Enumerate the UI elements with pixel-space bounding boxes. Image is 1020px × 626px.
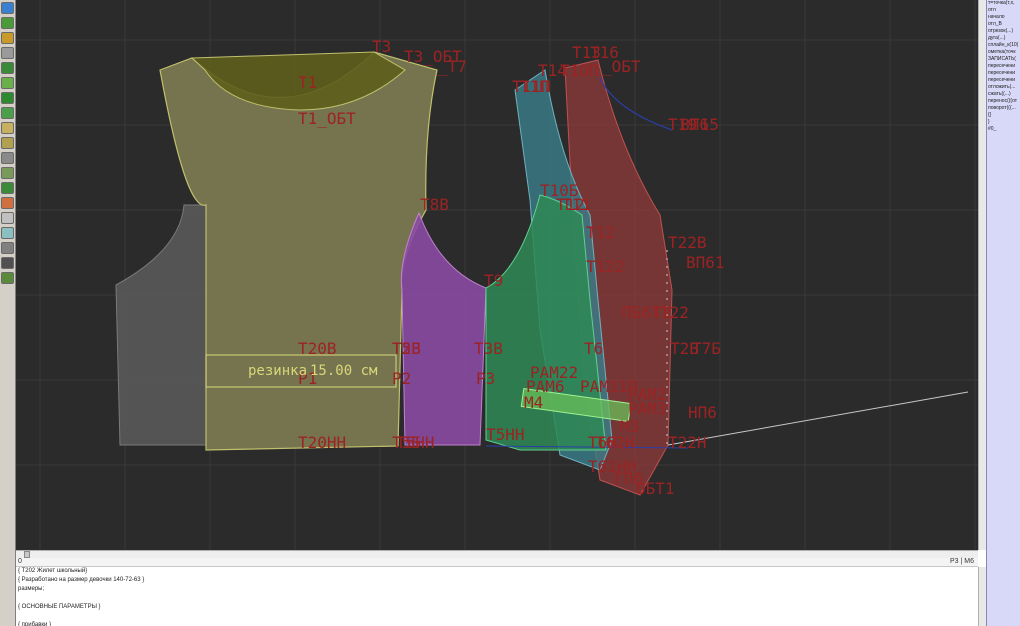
command-item[interactable]: отрезок(...)	[987, 28, 1020, 35]
point-label: ОБТ1	[636, 479, 675, 498]
point-label: T22	[660, 303, 689, 322]
pencil-icon[interactable]	[1, 77, 14, 89]
pattern-icon[interactable]	[1, 32, 14, 44]
point-label: T7Б	[692, 339, 721, 358]
scroll-thumb[interactable]	[24, 551, 30, 558]
person-icon[interactable]	[1, 197, 14, 209]
point-label: T3	[372, 37, 391, 56]
tag-icon[interactable]	[1, 272, 14, 284]
point-label: T2B	[392, 339, 421, 358]
point-label: T3B	[474, 339, 503, 358]
scissors-icon[interactable]	[1, 167, 14, 179]
code-line[interactable]	[16, 594, 978, 603]
canvas-vertical-scrollbar[interactable]	[978, 0, 986, 550]
tag-icon[interactable]	[1, 257, 14, 269]
point-label: T62Н	[596, 433, 635, 452]
point-label: T1_ОБТ	[298, 109, 356, 128]
point-label: М4	[524, 393, 543, 412]
canvas-horizontal-scrollbar[interactable]	[16, 550, 978, 558]
tool-palette	[0, 0, 16, 626]
point-label: T1ОП	[560, 61, 599, 80]
command-item[interactable]: отл_В	[987, 21, 1020, 28]
status-bar: 0 P3 | М6	[16, 558, 978, 567]
flag-icon[interactable]	[1, 182, 14, 194]
script-editor[interactable]: { T202 Жилет школьный}{ Разработано на р…	[16, 567, 978, 626]
shirt-icon[interactable]	[1, 122, 14, 134]
status-left: 0	[18, 558, 22, 565]
globe-icon[interactable]	[1, 2, 14, 14]
ruler-icon[interactable]	[1, 212, 14, 224]
leaf-icon[interactable]	[1, 92, 14, 104]
point-label: T122	[586, 257, 625, 276]
command-item[interactable]: {}	[987, 112, 1020, 119]
point-label: T22B	[668, 233, 707, 252]
command-item[interactable]: пересечени	[987, 70, 1020, 77]
command-item[interactable]: сплайн_к(10)	[987, 42, 1020, 49]
command-item[interactable]: сжать((...)	[987, 91, 1020, 98]
code-line[interactable]	[16, 612, 978, 621]
command-item[interactable]: #0_	[987, 126, 1020, 133]
point-label: T6	[584, 339, 603, 358]
ruler-icon[interactable]	[1, 227, 14, 239]
elastic-label: резинка	[248, 363, 307, 379]
point-label: T11	[562, 195, 591, 214]
point-label: P3	[476, 369, 495, 388]
command-item[interactable]: ЗАПИСАТЬ(	[987, 56, 1020, 63]
code-line[interactable]: { ОСНОВНЫЕ ПАРАМЕТРЫ }	[16, 603, 978, 612]
point-label: T8B	[420, 195, 449, 214]
point-label: T22Н	[668, 433, 707, 452]
point-label: T11П	[512, 77, 551, 96]
point-label: _T7	[438, 57, 467, 76]
side-panel-piece[interactable]	[115, 204, 207, 446]
grid-icon[interactable]	[1, 47, 14, 59]
pencil-icon[interactable]	[1, 62, 14, 74]
point-label: _ОБТ	[602, 57, 641, 76]
command-panel: т=точка(т,х, отл начало отл_В отрезок(...) ду…	[986, 0, 1020, 626]
point-label: T12	[586, 223, 615, 242]
globe-icon[interactable]	[1, 17, 14, 29]
command-item[interactable]: отл	[987, 7, 1020, 14]
command-item[interactable]: дуга(...)	[987, 35, 1020, 42]
point-label: T9	[484, 271, 503, 290]
point-label: T20B	[298, 339, 337, 358]
point-label: P2	[392, 369, 411, 388]
code-line[interactable]: { T202 Жилет школьный}	[16, 567, 978, 576]
command-item[interactable]: пересечени	[987, 77, 1020, 84]
command-item[interactable]: поворот(((...	[987, 105, 1020, 112]
elastic-value: 15.00 см	[310, 363, 378, 379]
scissors-icon[interactable]	[1, 152, 14, 164]
drawing-canvas[interactable]: T3 T3_ОБТ _T7 T1 T1_ОБТ T13 T16 T14 T1ОП T1П _ОБТ T…	[16, 0, 978, 550]
point-label: T20НН	[298, 433, 346, 452]
command-item[interactable]: начало	[987, 14, 1020, 21]
command-item[interactable]: отложить(...	[987, 84, 1020, 91]
pattern-drawing: T3T3_ОБТ_T7T1T1_ОБТT13T16T14T1ОПT1П_ОБТT…	[16, 0, 978, 550]
point-label: ВП61	[686, 253, 725, 272]
point-label: T5НН	[486, 425, 525, 444]
command-item[interactable]: ометка(точк	[987, 49, 1020, 56]
point-label: НП6	[688, 403, 717, 422]
status-right: P3 | М6	[950, 558, 974, 565]
command-item[interactable]: }	[987, 119, 1020, 126]
command-item[interactable]: т=точка(т,х,	[987, 0, 1020, 7]
code-line[interactable]: { прибавки }	[16, 621, 978, 626]
code-line[interactable]: размеры;	[16, 585, 978, 594]
shirt-icon[interactable]	[1, 137, 14, 149]
purple-side-piece[interactable]	[400, 211, 487, 446]
stamp-icon[interactable]	[1, 242, 14, 254]
point-label: T1	[298, 73, 317, 92]
point-label: РАМ3	[628, 399, 667, 418]
code-line[interactable]: { Разработано на размер девочки 140-72-6…	[16, 576, 978, 585]
leaf-icon[interactable]	[1, 107, 14, 119]
point-label: T15	[690, 115, 719, 134]
editor-scrollbar[interactable]	[978, 567, 986, 626]
command-item[interactable]: перенос(((от	[987, 98, 1020, 105]
point-label: T5НН	[396, 433, 435, 452]
command-item[interactable]: пересечени	[987, 63, 1020, 70]
